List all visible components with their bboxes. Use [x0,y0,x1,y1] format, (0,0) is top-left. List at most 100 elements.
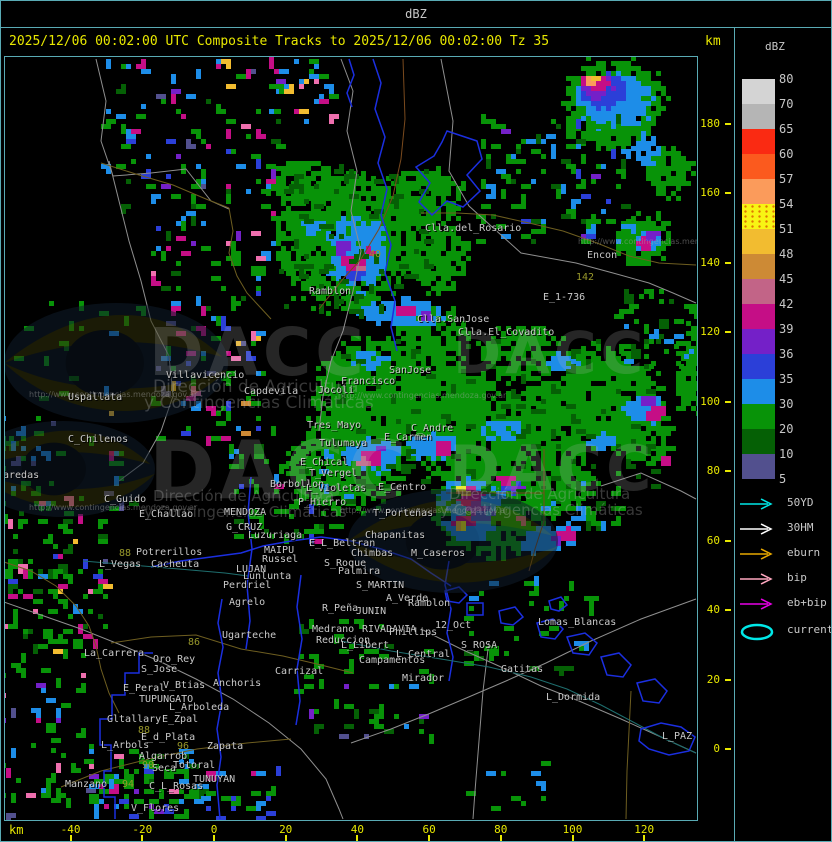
colorbar-level-label: 42 [779,297,794,311]
map-place-label: 12_Oct [435,620,471,631]
colorbar-level-label: 48 [779,247,794,261]
y-tick-mark [725,192,731,195]
colorbar-swatch [742,329,775,354]
map-place-label: Ugarteche [222,630,276,641]
y-tick-label: 80 [706,464,720,478]
colorbar-swatch [742,229,775,254]
map-route-label: 142 [576,272,594,283]
watermark-url: http://www.contingencias.mendoza.gov.ar [338,391,507,400]
map-place-label: Jocoli [318,385,354,396]
map-place-label: Tulumaya [319,438,367,449]
map-place-label: JUNIN [356,606,386,617]
colorbar-level-label: 20 [779,422,794,436]
colorbar-level-label: 5 [779,472,787,486]
colorbar-swatch [742,279,775,304]
map-place-label: Clla.del_Rosario [425,223,521,234]
map-place-label: V_Flores [131,803,179,814]
x-tick-mark [69,835,72,841]
map-place-label: E_Peral [123,683,165,694]
map-place-label: Encon [587,250,617,261]
radar-echo-canvas[interactable]: DACC DACCDACC DACCDirección de Agricultura… [5,57,697,820]
eb+bip-arrow-icon [740,598,773,610]
map-boundary-line [346,58,355,108]
map-place-label: L_Libert [341,640,389,651]
map-place-label: Potrerillos [136,547,202,558]
map-route-label: 40 [369,249,381,260]
map-place-label: T_Porteñas [373,508,433,519]
x-tick-mark [643,835,646,841]
map-place-label: Tres_Mayo [307,420,361,431]
map-place-label: Cacheuta [151,559,199,570]
map-place-label: Clla.SanJose [417,314,489,325]
map-place-label: E_Zpal [162,714,198,725]
y-tick-mark [725,678,731,681]
map-place-label: S_Jose [141,664,177,675]
legend-item-bip: bip [739,571,807,585]
map-place-label: Carrizal [275,666,323,677]
colorbar-swatch [742,404,775,429]
map-place-label: L_Violetas [306,483,366,494]
map-route-label: 94 [122,779,134,790]
colorbar-level-label: 70 [779,97,794,111]
map-place-label: S_ROSA [461,640,497,651]
map-place-label: Gatitas [501,664,543,675]
map-place-label: Clla.El_Covadito [458,327,554,338]
map-place-label: E_Carmen [384,432,432,443]
y-tick-label: 100 [700,394,720,408]
map-place-label: Medrano [312,624,354,635]
map-water-outline [498,606,525,626]
radar-map-plot[interactable]: DACC DACC DACC DACC Dirección de Agricultura… [4,56,698,821]
colorbar-swatch [742,204,775,229]
map-place-label: Lomas_Blancas [538,617,616,628]
map-place-label: S_MARTIN [356,580,404,591]
bip-arrow-icon [740,573,773,585]
map-place-label: Campamentos [359,655,425,666]
colorbar-level-label: 80 [779,72,794,86]
colorbar-title: dBZ [765,40,785,53]
window-title: dBZ [1,1,831,28]
map-place-label: C_Chilenos [68,434,128,445]
map-water-outline [636,678,668,704]
map-place-label: Zapata [207,741,243,752]
colorbar-level-label: 10 [779,447,794,461]
y-tick-mark [725,123,731,125]
map-place-label: La_Carrera [84,648,144,659]
map-place-label: E_Challao [139,509,193,520]
legend-item-label: bip [787,571,807,584]
map-place-label: Anchoris [213,678,261,689]
colorbar-level-label: 36 [779,347,794,361]
legend-sidebar: dBZ 80 70 65 60 57 54 51 48 45 42 39 36 35 30 20 10 5 50… [734,28,831,841]
map-place-label: R_Peña [322,603,358,614]
y-tick-mark [725,261,731,264]
x-axis-unit-label: km [9,823,24,837]
eburn-arrow-icon [740,548,773,560]
legend-item-label: 50YD [787,496,814,509]
current-cell-ellipse-icon [740,623,774,641]
map-place-label: L_PAZ [662,731,692,742]
map-boundary-line [472,640,490,820]
colorbar-swatch [742,104,775,129]
map-place-label: L_Vegas [99,559,141,570]
colorbar-swatch [742,429,775,454]
colorbar-swatch [742,454,775,479]
map-water-outline [600,652,632,678]
x-axis: -40 -20 0 20 40 60 80 100 120 [1,821,698,841]
map-place-label: Phillips [389,627,437,638]
30HM-arrow-icon [740,523,773,535]
map-place-label: Capdevila [244,386,298,397]
map-place-label: Villavicencio [166,370,244,381]
colorbar-swatch [742,354,775,379]
y-tick-label: 20 [706,672,720,686]
map-place-label: E_Centro [378,482,426,493]
colorbar-level-label: 30 [779,397,794,411]
colorbar-level-label: 45 [779,272,794,286]
colorbar-level-label: 51 [779,222,794,236]
y-tick-mark [725,609,731,612]
y-tick-mark [725,400,731,403]
map-place-label: C_Guido [104,494,146,505]
map-place-label: Gltallary [107,714,161,725]
colorbar-swatch [742,129,775,154]
colorbar-swatch [742,379,775,404]
legend-item-label: eb+bip [787,596,827,609]
y-tick-mark [725,331,731,334]
